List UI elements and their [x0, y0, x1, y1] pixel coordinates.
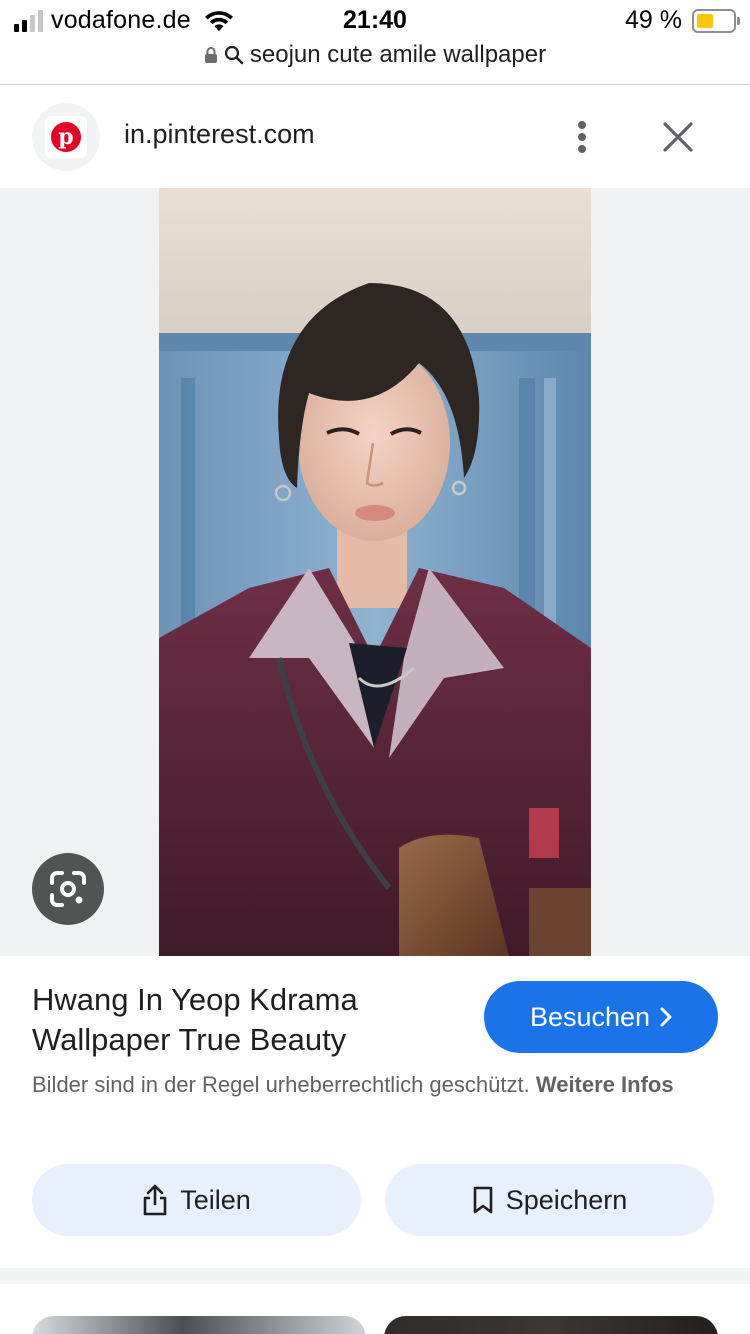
battery-percent: 49 %	[625, 6, 682, 34]
bookmark-icon	[473, 1186, 493, 1214]
address-bar[interactable]: seojun cute amile wallpaper	[0, 40, 750, 70]
lock-icon	[204, 47, 217, 63]
status-right: 49 %	[625, 6, 740, 35]
pinterest-p-icon: p	[51, 122, 81, 152]
lens-search-button[interactable]	[32, 853, 104, 925]
battery-icon	[692, 8, 740, 33]
source-domain[interactable]: in.pinterest.com	[124, 119, 315, 150]
source-favicon[interactable]: p	[32, 103, 100, 171]
copyright-text: Bilder sind in der Regel urheberrechtlic…	[32, 1072, 530, 1097]
copyright-notice: Bilder sind in der Regel urheberrechtlic…	[32, 1069, 722, 1101]
search-icon	[224, 45, 244, 65]
more-vert-icon	[578, 121, 586, 153]
google-lens-icon	[50, 871, 86, 907]
pinterest-logo: p	[45, 116, 87, 158]
battery-fill	[697, 13, 713, 28]
share-button[interactable]: Teilen	[32, 1164, 361, 1236]
image-preview-area	[0, 188, 750, 956]
source-header: p in.pinterest.com	[0, 85, 750, 188]
save-button[interactable]: Speichern	[385, 1164, 714, 1236]
address-text: seojun cute amile wallpaper	[249, 41, 547, 68]
close-button[interactable]	[656, 115, 700, 159]
chevron-right-icon	[660, 1007, 672, 1027]
status-bar: vodafone.de 21:40 49 %	[0, 0, 750, 42]
visit-button[interactable]: Besuchen	[484, 981, 718, 1053]
related-image-thumbnail[interactable]	[384, 1316, 718, 1334]
section-separator	[0, 1268, 750, 1284]
portrait-illustration	[159, 188, 591, 956]
visit-label: Besuchen	[529, 1001, 651, 1032]
save-label: Speichern	[505, 1184, 628, 1215]
close-icon	[663, 122, 693, 152]
image-viewer-page: vodafone.de 21:40 49 % seojun cute amile…	[0, 0, 750, 1334]
more-options-button[interactable]	[562, 117, 602, 157]
result-title: Hwang In Yeop Kdrama Wallpaper True Beau…	[32, 982, 358, 1057]
preview-image[interactable]	[159, 188, 591, 956]
share-label: Teilen	[180, 1184, 251, 1215]
share-icon	[143, 1184, 167, 1216]
more-info-link[interactable]: Weitere Infos	[536, 1072, 674, 1097]
related-image-thumbnail[interactable]	[32, 1316, 366, 1334]
